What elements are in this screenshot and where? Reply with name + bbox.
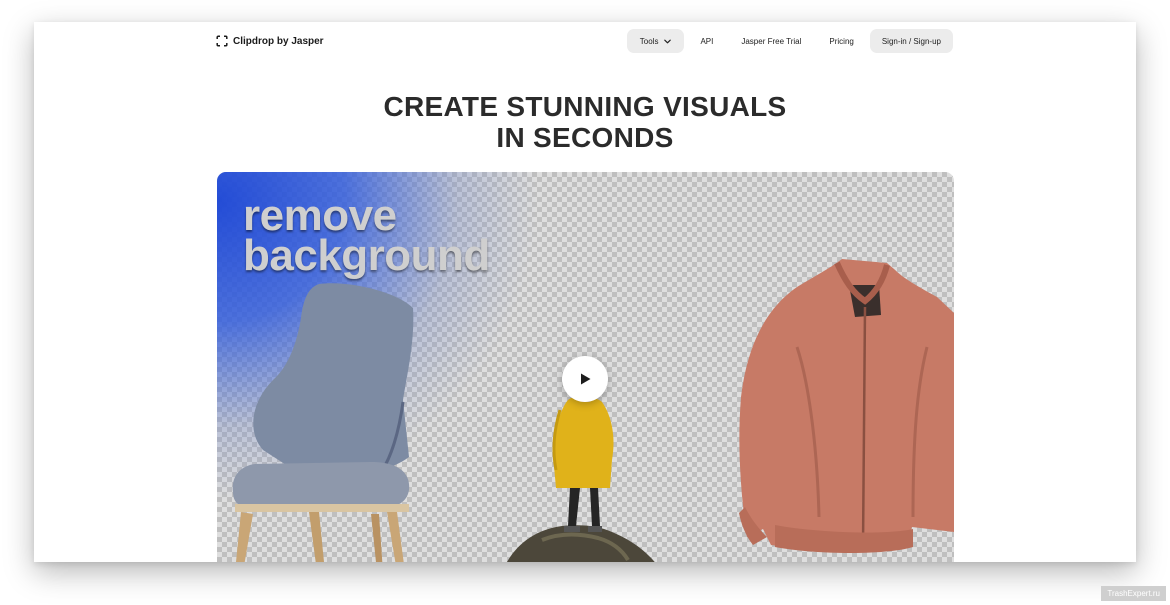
brand-logo[interactable]: Clipdrop by Jasper [216,33,324,49]
nav-link-api[interactable]: API [688,29,725,53]
sign-in-label: Sign-in / Sign-up [881,36,941,46]
nav-links: Tools API Jasper Free Trial Pricing Sign… [626,29,953,53]
video-caption-line-2: background [243,231,490,280]
hero-video[interactable]: remove background [217,172,954,562]
nav-link-free-trial[interactable]: Jasper Free Trial [729,29,813,53]
play-icon [581,373,591,385]
free-trial-label: Jasper Free Trial [741,36,802,46]
tools-dropdown-button[interactable]: Tools [626,29,685,53]
tools-label: Tools [639,36,659,46]
play-button[interactable] [562,356,608,402]
brand-name: Clipdrop by Jasper [233,35,324,47]
video-caption-line-1: remove [243,191,397,240]
watermark: TrashExpert.ru [1101,586,1166,601]
browser-window: Clipdrop by Jasper Tools API Jasper Free… [34,22,1136,562]
sign-in-button[interactable]: Sign-in / Sign-up [869,29,953,53]
api-label: API [700,36,714,46]
pricing-label: Pricing [829,36,854,46]
chair-image [232,283,414,562]
screenshot-stage: Clipdrop by Jasper Tools API Jasper Free… [0,0,1170,605]
headline-line-1: CREATE STUNNING VISUALS [383,91,787,122]
headline-line-2: IN SECONDS [496,122,674,153]
nav-link-pricing[interactable]: Pricing [817,29,865,53]
jacket-image [739,259,954,553]
clipdrop-logo-icon [216,35,228,47]
top-navigation: Clipdrop by Jasper Tools API Jasper Free… [34,22,1136,60]
chevron-down-icon [664,39,672,43]
video-caption: remove background [243,191,490,280]
page-headline: CREATE STUNNING VISUALS IN SECONDS [34,91,1136,153]
